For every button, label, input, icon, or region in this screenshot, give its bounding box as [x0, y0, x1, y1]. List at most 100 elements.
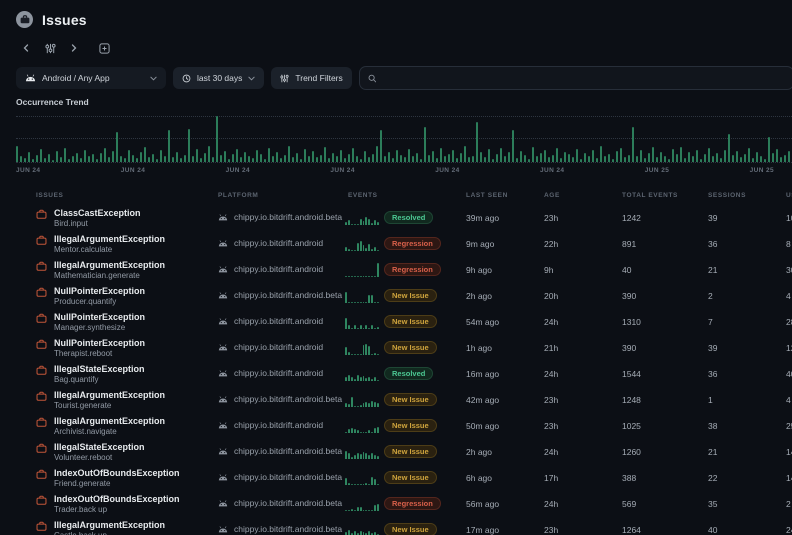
users-cell: 28	[786, 317, 792, 327]
table-row[interactable]: IllegalStateExceptionBag.quantifychippy.…	[0, 361, 792, 387]
table-row[interactable]: NullPointerExceptionTherapist.rebootchip…	[0, 335, 792, 361]
android-icon	[218, 500, 228, 507]
total-events-cell: 388	[622, 473, 636, 483]
users-cell: 4	[786, 395, 791, 405]
sessions-cell: 39	[708, 343, 717, 353]
table-row[interactable]: IllegalArgumentExceptionMathematician.ge…	[0, 257, 792, 283]
chevron-down-icon	[150, 76, 157, 81]
issue-subtitle: Trader.back up	[54, 505, 107, 514]
last-seen-cell: 9m ago	[466, 239, 494, 249]
issue-icon	[36, 495, 47, 506]
android-icon	[218, 266, 228, 273]
issue-icon	[36, 521, 47, 532]
search-icon	[368, 74, 377, 83]
col-events[interactable]: Events	[348, 192, 378, 199]
x-tick-label: JUN 24	[16, 167, 40, 174]
issue-subtitle: Therapist.reboot	[54, 349, 112, 358]
plus-square-icon	[99, 43, 110, 54]
col-platform[interactable]: Platform	[218, 192, 258, 199]
table-row[interactable]: ClassCastExceptionBird.inputchippy.io.bi…	[0, 205, 792, 231]
events-sparkline	[345, 211, 380, 225]
total-events-cell: 569	[622, 499, 636, 509]
col-last-seen[interactable]: Last Seen	[466, 192, 508, 199]
issue-subtitle: Mathematician.generate	[54, 271, 140, 280]
total-events-cell: 40	[622, 265, 631, 275]
status-badge: New Issue	[384, 471, 437, 484]
issue-title: NullPointerException	[54, 312, 145, 322]
age-cell: 24h	[544, 447, 558, 457]
issue-icon	[36, 365, 47, 376]
issue-icon	[36, 261, 47, 272]
col-sessions[interactable]: Sessions	[708, 192, 746, 199]
status-badge: Resolved	[384, 367, 433, 380]
status-badge: New Issue	[384, 419, 437, 432]
table-row[interactable]: IndexOutOfBoundsExceptionFriend.generate…	[0, 465, 792, 491]
prev-button[interactable]	[18, 40, 34, 56]
filter-sliders-button[interactable]	[42, 40, 58, 56]
table-row[interactable]: IllegalArgumentExceptionArchivist.naviga…	[0, 413, 792, 439]
chart-title: Occurrence Trend	[16, 97, 89, 107]
table-row[interactable]: NullPointerExceptionProducer.quantifychi…	[0, 283, 792, 309]
sessions-cell: 7	[708, 317, 713, 327]
android-icon	[218, 292, 228, 299]
toolbar	[18, 40, 112, 56]
project-select[interactable]: Android / Any App	[16, 67, 166, 89]
age-cell: 24h	[544, 369, 558, 379]
time-range-select[interactable]: last 30 days	[173, 67, 264, 89]
chevron-down-icon	[248, 76, 255, 81]
search-box[interactable]	[359, 66, 792, 90]
trend-filters-button[interactable]: Trend Filters	[271, 67, 351, 89]
events-sparkline	[345, 263, 380, 277]
filter-bar: Android / Any App last 30 days Trend Fil…	[16, 66, 792, 90]
issue-subtitle: Bag.quantify	[54, 375, 98, 384]
col-users[interactable]: Users	[786, 192, 792, 199]
table-row[interactable]: IllegalArgumentExceptionMentor.calculate…	[0, 231, 792, 257]
sessions-cell: 22	[708, 473, 717, 483]
last-seen-cell: 54m ago	[466, 317, 499, 327]
issue-title: NullPointerException	[54, 338, 145, 348]
table-row[interactable]: IllegalStateExceptionVolunteer.rebootchi…	[0, 439, 792, 465]
events-sparkline	[345, 393, 380, 407]
platform-cell: chippy.io.bitdrift.android.beta	[218, 212, 342, 222]
last-seen-cell: 17m ago	[466, 525, 499, 535]
users-cell: 10	[786, 213, 792, 223]
sessions-cell: 21	[708, 447, 717, 457]
issue-subtitle: Castle.back up	[54, 531, 107, 535]
status-badge: Regression	[384, 237, 441, 250]
chevron-right-icon	[70, 44, 78, 52]
next-button[interactable]	[66, 40, 82, 56]
android-icon	[25, 74, 36, 82]
age-cell: 17h	[544, 473, 558, 483]
col-total-events[interactable]: Total Events	[622, 192, 678, 199]
users-cell: 40	[786, 369, 792, 379]
add-view-button[interactable]	[96, 40, 112, 56]
users-cell: 25	[786, 421, 792, 431]
issue-title: IllegalArgumentException	[54, 234, 165, 244]
sessions-cell: 36	[708, 239, 717, 249]
last-seen-cell: 9h ago	[466, 265, 492, 275]
occurrence-trend-chart[interactable]	[16, 112, 792, 163]
table-row[interactable]: NullPointerExceptionManager.synthesizech…	[0, 309, 792, 335]
age-cell: 23h	[544, 421, 558, 431]
chevron-left-icon	[22, 44, 30, 52]
col-issues[interactable]: Issues	[36, 192, 63, 199]
total-events-cell: 891	[622, 239, 636, 249]
table-row[interactable]: IllegalArgumentExceptionTourist.generate…	[0, 387, 792, 413]
age-cell: 23h	[544, 395, 558, 405]
age-cell: 9h	[544, 265, 553, 275]
col-age[interactable]: Age	[544, 192, 560, 199]
page-header: Issues	[16, 11, 87, 28]
events-sparkline	[345, 497, 380, 511]
last-seen-cell: 1h ago	[466, 343, 492, 353]
search-input[interactable]	[382, 73, 785, 83]
total-events-cell: 390	[622, 291, 636, 301]
table-row[interactable]: IndexOutOfBoundsExceptionTrader.back upc…	[0, 491, 792, 517]
sessions-cell: 2	[708, 291, 713, 301]
table-row[interactable]: IllegalArgumentExceptionCastle.back upch…	[0, 517, 792, 535]
events-sparkline	[345, 523, 380, 535]
age-cell: 20h	[544, 291, 558, 301]
users-cell: 14	[786, 447, 792, 457]
issue-subtitle: Manager.synthesize	[54, 323, 125, 332]
last-seen-cell: 2h ago	[466, 291, 492, 301]
sessions-cell: 36	[708, 369, 717, 379]
